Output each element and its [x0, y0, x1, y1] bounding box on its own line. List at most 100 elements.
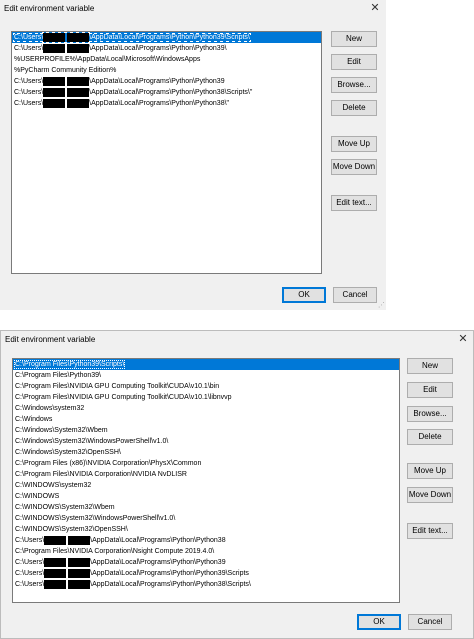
redaction-block — [67, 43, 90, 53]
path-text: C:\WINDOWS\System32\Wbem — [15, 504, 115, 511]
path-list-item[interactable]: C:\WINDOWS\System32\OpenSSH\ — [13, 524, 399, 535]
new-button[interactable]: New — [331, 31, 377, 47]
path-list-item[interactable]: C:\Windows\System32\WindowsPowerShell\v1… — [13, 436, 399, 447]
edit-button[interactable]: Edit — [331, 54, 377, 70]
path-list-item[interactable]: C:\Users\ \AppData\Local\Programs\Python\… — [12, 43, 321, 54]
path-list-item[interactable]: C:\WINDOWS\System32\WindowsPowerShell\v1… — [13, 513, 399, 524]
path-list-item[interactable]: C:\Program Files\NVIDIA GPU Computing To… — [13, 381, 399, 392]
move-up-button[interactable]: Move Up — [331, 136, 377, 152]
path-text-start: C:\Program Files\Python39\ — [15, 372, 101, 379]
path-list-item[interactable]: C:\Windows — [13, 414, 399, 425]
path-text: C:\Windows — [15, 416, 52, 423]
browse-button[interactable]: Browse... — [407, 406, 453, 422]
path-text: C:\WINDOWS\system32 — [15, 482, 91, 489]
path-list[interactable]: C:\Users\ \AppData\Local\Programs\Python\… — [11, 31, 322, 274]
ok-button[interactable]: OK — [357, 614, 401, 630]
cancel-button[interactable]: Cancel — [408, 614, 452, 630]
move-down-button[interactable]: Move Down — [407, 487, 453, 503]
redaction-block — [67, 76, 90, 86]
path-list-item[interactable]: C:\Users\ \AppData\Local\Programs\Python\… — [12, 98, 321, 109]
edit-text-button[interactable]: Edit text... — [407, 523, 453, 539]
path-text-start: C:\WINDOWS\System32\Wbem — [15, 504, 115, 511]
path-text-start: C:\WINDOWS\System32\WindowsPowerShell\v1… — [15, 515, 176, 522]
path-text: C:\Windows\System32\Wbem — [15, 427, 108, 434]
path-text: C:\Users\ \AppData\Local\Programs\Python\… — [15, 579, 251, 589]
path-text-start: C:\WINDOWS\System32\OpenSSH\ — [15, 526, 128, 533]
resize-grip-icon[interactable]: ⋰ — [378, 302, 385, 309]
path-list-item[interactable]: C:\Program Files (x86)\NVIDIA Corporatio… — [13, 458, 399, 469]
path-text-start: C:\Program Files\Python39\Scripts\ — [15, 361, 125, 368]
path-text: C:\Windows\System32\WindowsPowerShell\v1… — [15, 438, 168, 445]
path-text: C:\WINDOWS\System32\OpenSSH\ — [15, 526, 128, 533]
path-text-start: C:\Windows\System32\WindowsPowerShell\v1… — [15, 438, 169, 445]
edit-button[interactable]: Edit — [407, 382, 453, 398]
path-text-start: C:\Windows — [15, 416, 53, 423]
path-text-start: C:\Users\ — [14, 34, 44, 41]
path-text-start: C:\Program Files\NVIDIA Corporation\Nsig… — [15, 548, 215, 555]
browse-button[interactable]: Browse... — [331, 77, 377, 93]
path-text-end: \AppData\Local\Programs\Python\Python39 — [89, 78, 225, 85]
close-icon[interactable]: ✕ — [368, 1, 382, 15]
move-down-button[interactable]: Move Down — [331, 159, 377, 175]
path-list-item[interactable]: C:\Users\ \AppData\Local\Programs\Python\… — [12, 76, 321, 87]
path-text-start: C:\Users\ — [15, 581, 45, 588]
path-text-end: \AppData\Local\Programs\Python\Python38\… — [89, 100, 230, 107]
redaction-block — [43, 76, 66, 86]
path-text-end: \AppData\Local\Programs\Python\Python39\… — [90, 570, 249, 577]
path-text: C:\Users\ \AppData\Local\Programs\Python\… — [14, 76, 225, 86]
path-list-item[interactable]: C:\Users\ \AppData\Local\Programs\Python\… — [13, 557, 399, 568]
cancel-button[interactable]: Cancel — [333, 287, 377, 303]
path-list-item[interactable]: C:\Program Files\NVIDIA GPU Computing To… — [13, 392, 399, 403]
path-text: C:\Users\ \AppData\Local\Programs\Python\… — [15, 535, 226, 545]
path-list-item[interactable]: C:\Program Files\NVIDIA Corporation\NVID… — [13, 469, 399, 480]
path-text: C:\Windows\System32\OpenSSH\ — [15, 449, 121, 456]
path-list-item[interactable]: C:\Program Files\Python39\Scripts\ — [13, 359, 399, 370]
new-button[interactable]: New — [407, 358, 453, 374]
path-list-item[interactable]: C:\Program Files\Python39\ — [13, 370, 399, 381]
path-list-item[interactable]: C:\Users\ \AppData\Local\Programs\Python\… — [13, 579, 399, 590]
dialog-title: Edit environment variable — [4, 4, 95, 13]
delete-button[interactable]: Delete — [331, 100, 377, 116]
dialog-title: Edit environment variable — [5, 335, 96, 344]
path-text: %USERPROFILE%\AppData\Local\Microsoft\Wi… — [14, 56, 200, 63]
path-text: C:\Program Files\NVIDIA GPU Computing To… — [15, 383, 219, 390]
path-list[interactable]: C:\Program Files\Python39\Scripts\ C:\Pro… — [12, 358, 400, 603]
delete-button[interactable]: Delete — [407, 429, 453, 445]
ok-button[interactable]: OK — [282, 287, 326, 303]
redaction-block — [67, 98, 90, 108]
path-list-item[interactable]: C:\Windows\system32 — [13, 403, 399, 414]
path-list-item[interactable]: C:\WINDOWS — [13, 491, 399, 502]
path-text: C:\Users\ \AppData\Local\Programs\Python\… — [15, 568, 249, 578]
path-list-item[interactable]: C:\Users\ \AppData\Local\Programs\Python\… — [12, 87, 321, 98]
path-text: C:\Users\ \AppData\Local\Programs\Python\… — [13, 32, 251, 42]
path-text-end: \AppData\Local\Programs\Python\Python38\… — [90, 581, 251, 588]
close-icon[interactable]: ✕ — [456, 332, 470, 346]
path-text: C:\Program Files\Python39\ — [15, 372, 101, 379]
path-list-item[interactable]: C:\Windows\System32\OpenSSH\ — [13, 447, 399, 458]
path-text-start: C:\Program Files\NVIDIA GPU Computing To… — [15, 394, 232, 401]
path-list-item[interactable]: C:\Users\ \AppData\Local\Programs\Python\… — [13, 568, 399, 579]
dialog-edit-environment-variable-1: Edit environment variable ✕ C:\Users\ \Ap… — [0, 0, 386, 310]
path-list-item[interactable]: C:\Users\ \AppData\Local\Programs\Python\… — [13, 535, 399, 546]
redaction-block — [44, 579, 67, 589]
path-list-item[interactable]: C:\Program Files\NVIDIA Corporation\Nsig… — [13, 546, 399, 557]
dialog-edit-environment-variable-2: Edit environment variable ✕ C:\Program F… — [0, 330, 474, 639]
path-text-start: C:\Program Files\NVIDIA GPU Computing To… — [15, 383, 220, 390]
path-text-start: C:\Windows\System32\OpenSSH\ — [15, 449, 121, 456]
path-list-item[interactable]: C:\Users\ \AppData\Local\Programs\Python\… — [12, 32, 321, 43]
path-list-item[interactable]: %USERPROFILE%\AppData\Local\Microsoft\Wi… — [12, 54, 321, 65]
path-text-start: C:\Users\ — [15, 537, 45, 544]
edit-text-button[interactable]: Edit text... — [331, 195, 377, 211]
path-text-start: C:\Users\ — [14, 45, 44, 52]
move-up-button[interactable]: Move Up — [407, 463, 453, 479]
redaction-block — [67, 87, 90, 97]
path-list-item[interactable]: C:\WINDOWS\system32 — [13, 480, 399, 491]
path-text: C:\Program Files\NVIDIA Corporation\Nsig… — [15, 548, 214, 555]
path-text-start: C:\WINDOWS\system32 — [15, 482, 92, 489]
path-list-item[interactable]: C:\WINDOWS\System32\Wbem — [13, 502, 399, 513]
redaction-block — [68, 579, 91, 589]
path-list-item[interactable]: C:\Windows\System32\Wbem — [13, 425, 399, 436]
path-list-item[interactable]: %PyCharm Community Edition% — [12, 65, 321, 76]
path-text: C:\Users\ \AppData\Local\Programs\Python\… — [14, 87, 252, 97]
redaction-block — [67, 32, 90, 42]
